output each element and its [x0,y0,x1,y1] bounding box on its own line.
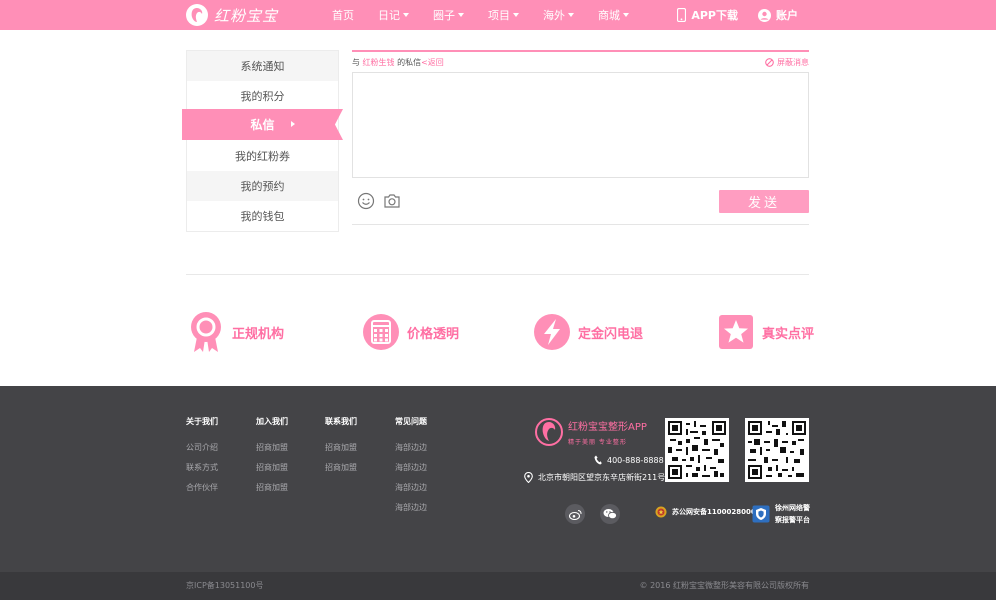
feature-fast-refund: 定金闪电退 [532,310,643,354]
sidebar-item-system-notice[interactable]: 系统通知 [187,51,338,81]
sidebar-item-points[interactable]: 我的积分 [187,81,338,111]
footer-column-faq: 常见问题 海部边边 海部边边 海部边边 海部边边 [395,417,427,514]
logo-mark-icon [186,4,208,26]
wechat-icon[interactable] [600,504,620,524]
police-record[interactable]: 苏公网安备1100028000 [655,506,756,518]
divider [352,224,809,225]
feature-real-reviews: 真实点评 [716,310,814,354]
chevron-down-icon [568,13,574,17]
sidebar-item-coupons[interactable]: 我的红粉券 [187,141,338,171]
nav-projects[interactable]: 项目 [488,7,519,23]
chevron-down-icon [403,13,409,17]
location-pin-icon [524,472,533,483]
nav-overseas[interactable]: 海外 [543,7,574,23]
qr-code-icon [745,418,809,482]
send-button[interactable]: 发送 [719,190,809,213]
footer-bottom-bar [0,572,996,600]
chevron-right-icon [291,121,295,127]
police-emblem-icon [655,506,667,518]
nav-diary[interactable]: 日记 [378,7,409,23]
sidebar-item-wallet[interactable]: 我的钱包 [187,201,338,231]
ribbon-badge-icon [186,312,226,352]
nav-mall[interactable]: 商城 [598,7,629,23]
nav-home[interactable]: 首页 [332,7,354,23]
footer-column-join: 加入我们 招商加盟 招商加盟 招商加盟 [256,417,288,494]
calculator-icon [361,312,401,352]
header-actions: APP下载 账户 [657,0,798,30]
icp-record[interactable]: 京ICP备13051100号 [186,580,264,591]
camera-icon[interactable] [383,193,401,209]
block-icon [765,57,774,67]
feature-licensed: 正规机构 [186,310,284,354]
account-link[interactable]: 账户 [758,7,798,23]
chevron-down-icon [458,13,464,17]
account-sidebar: 系统通知 我的积分 我的红粉券 我的预约 我的钱包 [186,50,339,232]
footer-address: 北京市朝阳区望京东辛店新街211号 [524,472,665,483]
footer-link[interactable]: 招商加盟 [256,442,288,454]
message-header: 与 红粉生钱 的私信<返回 屏蔽消息 [352,57,809,68]
footer-link[interactable]: 海部边边 [395,462,427,474]
site-footer [0,386,996,572]
footer-phone: 400-888-8888 [594,455,664,465]
app-download-link[interactable]: APP下载 [677,7,738,23]
weibo-icon[interactable] [565,504,585,524]
sidebar-item-private-messages[interactable]: 私信 [182,109,343,140]
footer-link[interactable]: 招商加盟 [256,482,288,494]
qr-code-icon [665,418,729,482]
footer-link[interactable]: 联系方式 [186,462,218,474]
message-input[interactable] [352,72,809,178]
police-badge-icon [752,505,770,523]
message-panel: 与 红粉生钱 的私信<返回 屏蔽消息 [352,50,809,72]
star-icon [716,312,756,352]
block-messages-link[interactable]: 屏蔽消息 [765,57,809,68]
user-icon [758,8,771,22]
chevron-down-icon [623,13,629,17]
footer-link[interactable]: 招商加盟 [325,462,357,474]
footer-app-brand: 红粉宝宝整形APP 精于美丽 专业整形 [535,415,660,449]
lightning-icon [532,312,572,352]
footer-link[interactable]: 海部边边 [395,482,427,494]
emoji-icon[interactable] [357,192,375,210]
footer-column-about: 关于我们 公司介绍 联系方式 合作伙伴 [186,417,218,494]
message-toolbar [357,192,409,210]
site-logo[interactable]: 红粉宝宝 [186,3,278,27]
contact-name[interactable]: 红粉生钱 [363,58,395,67]
chevron-down-icon [513,13,519,17]
footer-link[interactable]: 海部边边 [395,502,427,514]
divider [186,274,809,275]
top-header: 红粉宝宝 首页 日记 圈子 项目 海外 商城 APP下载 账户 [0,0,996,30]
copyright: © 2016 红粉宝宝微整形美容有限公司版权所有 [639,581,809,590]
main-nav: 首页 日记 圈子 项目 海外 商城 [332,0,653,30]
sidebar-item-appointments[interactable]: 我的预约 [187,171,338,201]
feature-transparent-price: 价格透明 [361,310,459,354]
footer-link[interactable]: 海部边边 [395,442,427,454]
logo-mark-icon [535,418,563,446]
footer-column-contact: 联系我们 招商加盟 招商加盟 [325,417,357,474]
nav-circle[interactable]: 圈子 [433,7,464,23]
phone-icon [594,455,602,465]
footer-link[interactable]: 招商加盟 [256,462,288,474]
mobile-phone-icon [677,8,687,22]
logo-text: 红粉宝宝 [214,6,279,25]
footer-link[interactable]: 公司介绍 [186,442,218,454]
back-link[interactable]: <返回 [421,58,444,67]
footer-link[interactable]: 合作伙伴 [186,482,218,494]
footer-link[interactable]: 招商加盟 [325,442,357,454]
police-platform[interactable]: 徐州网络警 察报警平台 [752,503,810,525]
